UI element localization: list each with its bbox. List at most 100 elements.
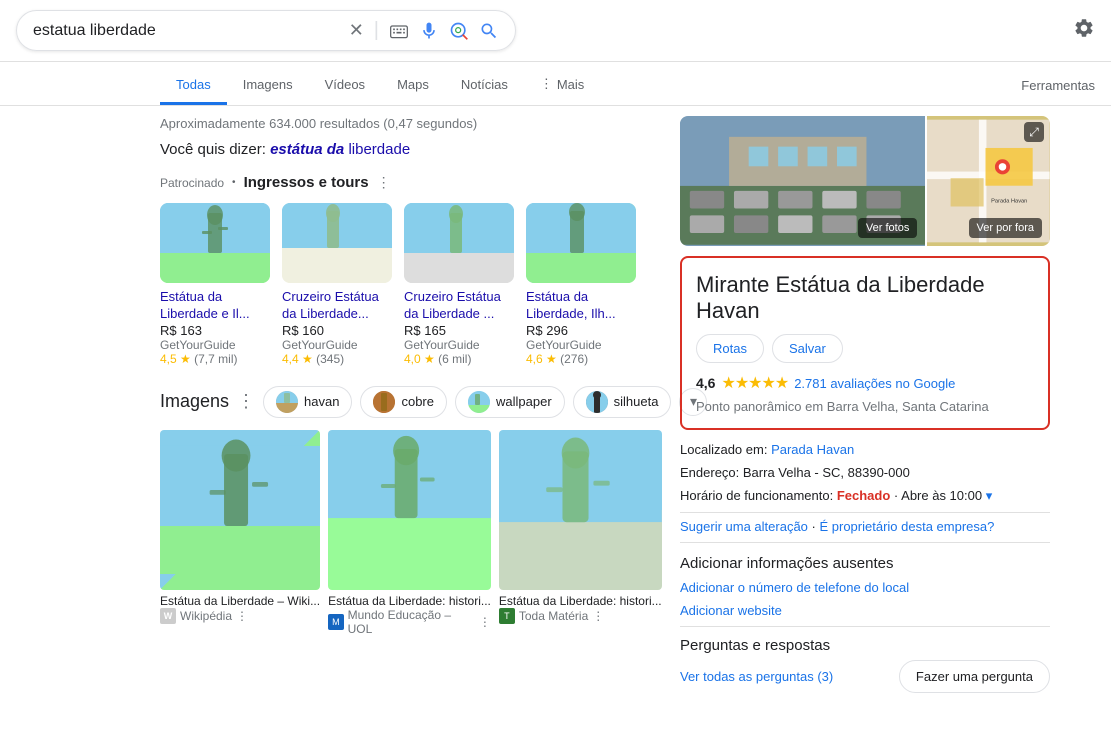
detail-hours: Horário de funcionamento: Fechado · Abre…	[680, 488, 1050, 504]
filter-chip-cobre[interactable]: cobre	[360, 386, 447, 418]
main-content: Aproximadamente 634.000 resultados (0,47…	[0, 106, 1111, 703]
image-item-2[interactable]: Estátua da Liberdade: histori... M Mundo…	[328, 430, 491, 636]
carousel-image-4	[526, 203, 636, 283]
image-source-2: M Mundo Educação – UOL ⋮	[328, 608, 491, 636]
carousel-item-source-1: GetYourGuide	[160, 338, 270, 352]
detail-add-phone: Adicionar o número de telefone do local	[680, 580, 1050, 595]
search-bar: ✕ |	[16, 10, 516, 51]
image-grid: Estátua da Liberdade – Wiki... W Wikipéd…	[160, 430, 644, 636]
toda-icon: T	[499, 608, 515, 624]
filter-thumb-silhueta	[586, 391, 608, 413]
sponsored-more-icon[interactable]: ⋮	[377, 174, 391, 191]
carousel-item-1[interactable]: Estátua da Liberdade e Il... R$ 163 GetY…	[160, 203, 270, 366]
routes-button[interactable]: Rotas	[696, 334, 764, 363]
image-source-more-1[interactable]: ⋮	[236, 609, 248, 623]
image-filters: havan cobre	[263, 386, 707, 418]
carousel-item-source-3: GetYourGuide	[404, 338, 514, 352]
image-item-3[interactable]: Estátua da Liberdade: histori... T Toda …	[499, 430, 662, 636]
carousel-item-rating-3: 4,0 ★ (6 mil)	[404, 352, 514, 366]
hours-opens: · Abre às 10:00	[894, 488, 982, 503]
sponsored-header: Patrocinado • Ingressos e tours ⋮	[160, 174, 644, 191]
header: ✕ |	[0, 0, 1111, 62]
carousel-item-3[interactable]: Cruzeiro Estátua da Liberdade ... R$ 165…	[404, 203, 514, 366]
sponsored-label: Patrocinado	[160, 176, 224, 190]
carousel-item-2[interactable]: Cruzeiro Estátua da Liberdade... R$ 160 …	[282, 203, 392, 366]
tab-maps[interactable]: Maps	[381, 67, 445, 105]
tab-imagens[interactable]: Imagens	[227, 67, 309, 105]
left-column: Aproximadamente 634.000 resultados (0,47…	[0, 106, 660, 703]
carousel-image-2	[282, 203, 392, 283]
nav-tabs: Todas Imagens Vídeos Maps Notícias ⋮ Mai…	[0, 62, 1111, 106]
search-button[interactable]	[479, 21, 499, 41]
place-type: Ponto panorâmico em Barra Velha, Santa C…	[696, 399, 1034, 414]
image-1	[160, 430, 320, 590]
settings-icon[interactable]	[1073, 22, 1095, 44]
place-actions: Rotas Salvar	[696, 334, 1034, 363]
images-header: Imagens ⋮ havan	[160, 386, 644, 418]
place-rating: 4,6 ★★★★★ 2.781 avaliações no Google	[696, 373, 1034, 393]
expand-map-button[interactable]: ⤢	[1024, 122, 1044, 142]
rating-stars: ★★★★★	[721, 373, 788, 393]
located-in-link[interactable]: Parada Havan	[771, 442, 854, 457]
keyboard-icon[interactable]	[389, 21, 409, 41]
carousel-item-title-3: Cruzeiro Estátua da Liberdade ...	[404, 289, 514, 323]
carousel-item-rating-4: 4,6 ★ (276)	[526, 352, 636, 366]
search-icons: ✕ |	[349, 19, 499, 42]
image-source-more-3[interactable]: ⋮	[592, 609, 604, 623]
divider-icon: |	[374, 19, 379, 42]
right-column: Ver fotos Parada Havan	[660, 106, 1070, 703]
add-website-link[interactable]: Adicionar website	[680, 603, 782, 618]
owner-link[interactable]: É proprietário desta empresa?	[819, 519, 994, 534]
tab-noticias[interactable]: Notícias	[445, 67, 524, 105]
filter-chip-wallpaper[interactable]: wallpaper	[455, 386, 565, 418]
view-photos-button[interactable]: Ver fotos	[858, 218, 917, 238]
filter-chip-havan[interactable]: havan	[263, 386, 352, 418]
images-more-icon[interactable]: ⋮	[237, 391, 255, 412]
qa-section: Perguntas e respostas Ver todas as pergu…	[680, 637, 1050, 693]
image-3	[499, 430, 662, 590]
save-button[interactable]: Salvar	[772, 334, 843, 363]
filter-label-cobre: cobre	[401, 394, 434, 409]
place-photos: Ver fotos Parada Havan	[680, 116, 1050, 246]
hours-expand[interactable]: ▾	[986, 488, 993, 503]
search-input[interactable]	[33, 22, 339, 40]
ask-question-button[interactable]: Fazer uma pergunta	[899, 660, 1050, 693]
image-caption-1: Estátua da Liberdade – Wiki...	[160, 594, 320, 608]
suggest-edit-link[interactable]: Sugerir uma alteração	[680, 519, 808, 534]
carousel-item-price-3: R$ 165	[404, 323, 514, 338]
did-you-mean-link[interactable]: estátua da liberdade	[270, 141, 410, 158]
mundo-icon: M	[328, 614, 344, 630]
rating-count[interactable]: 2.781 avaliações no Google	[794, 376, 955, 391]
lens-icon[interactable]	[449, 21, 469, 41]
detail-add-website: Adicionar website	[680, 603, 1050, 618]
header-right	[1073, 17, 1095, 45]
add-phone-link[interactable]: Adicionar o número de telefone do local	[680, 580, 909, 595]
image-source-more-2[interactable]: ⋮	[479, 615, 491, 629]
add-info-title: Adicionar informações ausentes	[680, 555, 1050, 572]
place-card: Mirante Estátua da Liberdade Havan Rotas…	[680, 256, 1050, 430]
carousel-item-price-4: R$ 296	[526, 323, 636, 338]
qa-link[interactable]: Ver todas as perguntas (3)	[680, 669, 833, 684]
image-source-3: T Toda Matéria ⋮	[499, 608, 662, 624]
tab-more[interactable]: ⋮ Mais	[524, 66, 600, 105]
image-caption-2: Estátua da Liberdade: histori...	[328, 594, 491, 608]
tools-button[interactable]: Ferramentas	[1005, 68, 1111, 103]
place-photo-map[interactable]: Parada Havan ⤢ Ver por fora	[927, 116, 1050, 246]
svg-text:Parada Havan: Parada Havan	[991, 199, 1027, 205]
image-caption-3: Estátua da Liberdade: histori...	[499, 594, 662, 608]
clear-icon[interactable]: ✕	[349, 20, 364, 41]
carousel-item-title-1: Estátua da Liberdade e Il...	[160, 289, 270, 323]
carousel-image-3	[404, 203, 514, 283]
image-item-1[interactable]: Estátua da Liberdade – Wiki... W Wikipéd…	[160, 430, 320, 636]
mic-icon[interactable]	[419, 21, 439, 41]
carousel-item-4[interactable]: Estátua da Liberdade, Ilh... R$ 296 GetY…	[526, 203, 636, 366]
view-outside-button[interactable]: Ver por fora	[969, 218, 1042, 238]
images-section-title: Imagens	[160, 391, 229, 412]
tab-videos[interactable]: Vídeos	[309, 67, 381, 105]
filter-chip-silhueta[interactable]: silhueta	[573, 386, 672, 418]
place-photo-main[interactable]: Ver fotos	[680, 116, 925, 246]
carousel-item-price-1: R$ 163	[160, 323, 270, 338]
image-source-1: W Wikipédia ⋮	[160, 608, 320, 624]
tab-todas[interactable]: Todas	[160, 67, 227, 105]
results-count: Aproximadamente 634.000 resultados (0,47…	[160, 116, 644, 131]
